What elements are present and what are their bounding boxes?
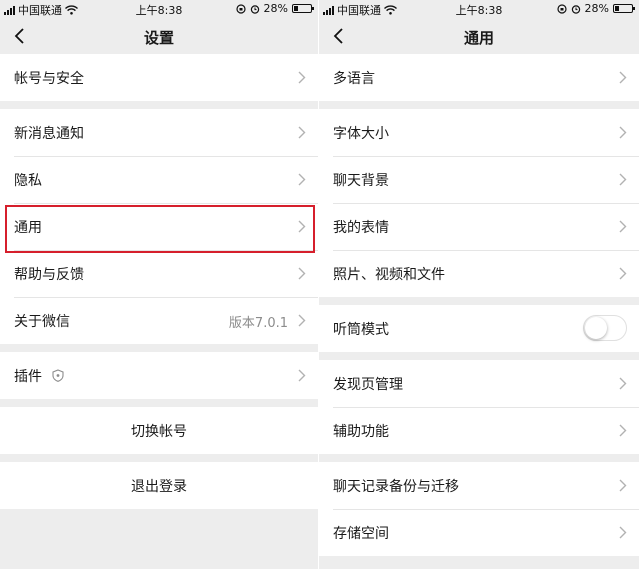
settings-item-accessibility[interactable]: 辅助功能 [319, 407, 639, 454]
settings-item-label: 多语言 [333, 70, 375, 87]
settings-item-my-stickers[interactable]: 我的表情 [319, 203, 639, 250]
chevron-right-icon [619, 173, 627, 186]
switch-account-button[interactable]: 切换帐号 [0, 407, 318, 454]
earpiece-mode-toggle[interactable] [583, 315, 627, 341]
settings-item-label: 照片、视频和文件 [333, 266, 445, 283]
settings-item-privacy[interactable]: 隐私 [0, 156, 318, 203]
button-label: 切换帐号 [131, 423, 187, 440]
chevron-right-icon [298, 71, 306, 84]
alarm-icon [571, 4, 580, 14]
settings-screen: 中国联通 上午8:38 28% 设置 帐号与安全 新消息通知 隐私 通用 帮助与… [0, 0, 318, 569]
settings-group: 插件 [0, 352, 318, 399]
battery-percent: 28% [584, 2, 609, 15]
chevron-right-icon [298, 267, 306, 280]
settings-group: 听筒模式 [319, 305, 639, 352]
settings-item-label: 辅助功能 [333, 423, 389, 440]
chevron-right-icon [619, 424, 627, 437]
chevron-right-icon [298, 126, 306, 139]
orientation-lock-icon [235, 3, 246, 14]
page-title: 设置 [143, 29, 174, 47]
settings-item-label: 字体大小 [333, 125, 389, 142]
settings-item-storage[interactable]: 存储空间 [319, 509, 639, 556]
chevron-right-icon [298, 220, 306, 233]
settings-item-label: 存储空间 [333, 525, 389, 542]
settings-item-language[interactable]: 多语言 [319, 54, 639, 101]
general-settings-screen: 中国联通 上午8:38 28% 通用 多语言 字体大小 聊天背景 我的表情 照片… [319, 0, 639, 569]
settings-item-label: 我的表情 [333, 219, 389, 236]
chevron-right-icon [619, 267, 627, 280]
settings-item-chat-background[interactable]: 聊天背景 [319, 156, 639, 203]
settings-item-about[interactable]: 关于微信 版本7.0.1 [0, 297, 318, 344]
settings-item-label: 隐私 [14, 172, 42, 189]
chevron-right-icon [619, 479, 627, 492]
chevron-right-icon [619, 526, 627, 539]
settings-group: 切换帐号 [0, 407, 318, 454]
settings-item-chat-backup[interactable]: 聊天记录备份与迁移 [319, 462, 639, 509]
nav-bar: 设置 [0, 18, 318, 54]
settings-item-help-feedback[interactable]: 帮助与反馈 [0, 250, 318, 297]
chevron-right-icon [298, 314, 306, 327]
settings-group: 聊天记录备份与迁移 存储空间 [319, 462, 639, 556]
version-value: 版本7.0.1 [228, 316, 288, 331]
settings-item-label: 通用 [14, 219, 42, 236]
settings-item-media-files[interactable]: 照片、视频和文件 [319, 250, 639, 297]
settings-item-earpiece-mode: 听筒模式 [319, 305, 639, 352]
button-label: 退出登录 [131, 478, 187, 495]
orientation-lock-icon [556, 3, 567, 14]
status-bar: 中国联通 上午8:38 28% [319, 0, 639, 18]
settings-item-label: 插件 [14, 368, 42, 385]
settings-item-discover-management[interactable]: 发现页管理 [319, 360, 639, 407]
battery-icon [292, 4, 314, 13]
shield-icon [52, 369, 64, 382]
battery-percent: 28% [263, 2, 288, 15]
settings-item-label: 新消息通知 [14, 125, 84, 142]
settings-group: 多语言 [319, 54, 639, 101]
settings-item-plugins[interactable]: 插件 [0, 352, 318, 399]
settings-group: 发现页管理 辅助功能 [319, 360, 639, 454]
settings-item-label: 聊天背景 [333, 172, 389, 189]
settings-item-label: 听筒模式 [333, 321, 389, 338]
nav-bar: 通用 [319, 18, 639, 54]
chevron-right-icon [619, 71, 627, 84]
settings-item-label: 聊天记录备份与迁移 [333, 478, 459, 495]
settings-group: 退出登录 [0, 462, 318, 509]
settings-group: 新消息通知 隐私 通用 帮助与反馈 关于微信 版本7.0.1 [0, 109, 318, 344]
chevron-right-icon [619, 220, 627, 233]
chevron-right-icon [298, 173, 306, 186]
chevron-right-icon [619, 377, 627, 390]
logout-button[interactable]: 退出登录 [0, 462, 318, 509]
settings-item-label: 帮助与反馈 [14, 266, 84, 283]
toggle-knob [585, 317, 607, 339]
settings-item-general[interactable]: 通用 [0, 203, 318, 250]
settings-item-label: 帐号与安全 [14, 70, 84, 87]
settings-item-label: 关于微信 [14, 313, 70, 330]
settings-item-account-security[interactable]: 帐号与安全 [0, 54, 318, 101]
settings-item-font-size[interactable]: 字体大小 [319, 109, 639, 156]
battery-icon [613, 4, 635, 13]
chevron-right-icon [298, 369, 306, 382]
settings-group: 帐号与安全 [0, 54, 318, 101]
chevron-right-icon [619, 126, 627, 139]
settings-item-label: 发现页管理 [333, 376, 403, 393]
settings-item-notifications[interactable]: 新消息通知 [0, 109, 318, 156]
page-title: 通用 [463, 29, 494, 47]
settings-group: 字体大小 聊天背景 我的表情 照片、视频和文件 [319, 109, 639, 297]
status-bar: 中国联通 上午8:38 28% [0, 0, 318, 18]
alarm-icon [250, 4, 259, 14]
